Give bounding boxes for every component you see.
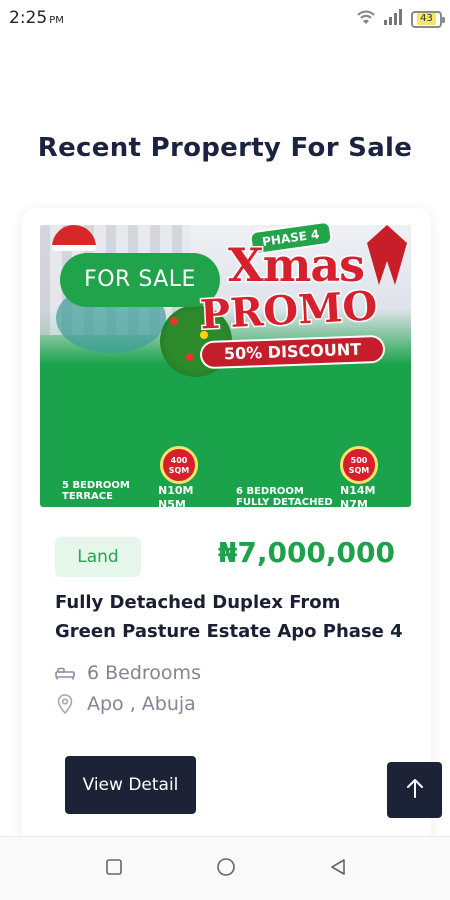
promo-price: N10M N5M xyxy=(158,484,194,511)
promo-caption: 5 BEDROOM TERRACE xyxy=(62,480,130,502)
arrow-up-icon xyxy=(405,777,425,803)
status-icons: 43 xyxy=(355,8,445,30)
triangle-back-icon[interactable] xyxy=(328,857,348,881)
bedrooms-row: 6 Bedrooms xyxy=(55,662,201,684)
status-time: 2:25 PM xyxy=(9,8,64,28)
category-tag: Land xyxy=(55,537,141,577)
size-badge: 400 SQM xyxy=(160,446,198,484)
square-icon[interactable] xyxy=(104,857,124,881)
for-sale-badge: FOR SALE xyxy=(60,253,220,307)
wifi-icon xyxy=(355,8,377,30)
location-pin-icon xyxy=(55,694,75,714)
bedrooms-text: 6 Bedrooms xyxy=(87,662,201,684)
scroll-to-top-button[interactable] xyxy=(387,762,442,818)
status-bar: 2:25 PM 43 xyxy=(0,0,450,38)
promo-caption: 6 BEDROOM FULLY DETACHED xyxy=(236,486,333,508)
size-badge: 500 SQM xyxy=(340,446,378,484)
view-detail-button[interactable]: View Detail xyxy=(65,756,196,814)
property-title[interactable]: Fully Detached Duplex From Green Pasture… xyxy=(55,588,405,646)
property-price: ₦7,000,000 xyxy=(217,536,395,569)
page-title: Recent Property For Sale xyxy=(37,133,413,163)
system-navigation-bar xyxy=(0,836,450,900)
location-row: Apo , Abuja xyxy=(55,693,196,715)
battery-icon: 43 xyxy=(411,10,445,28)
signal-icon xyxy=(383,8,405,30)
bed-icon xyxy=(55,666,75,680)
promo-price: N14M N7M xyxy=(340,484,376,511)
promo-title-promo: PROMO xyxy=(197,281,380,340)
location-text: Apo , Abuja xyxy=(87,693,196,715)
circle-icon[interactable] xyxy=(216,857,236,881)
